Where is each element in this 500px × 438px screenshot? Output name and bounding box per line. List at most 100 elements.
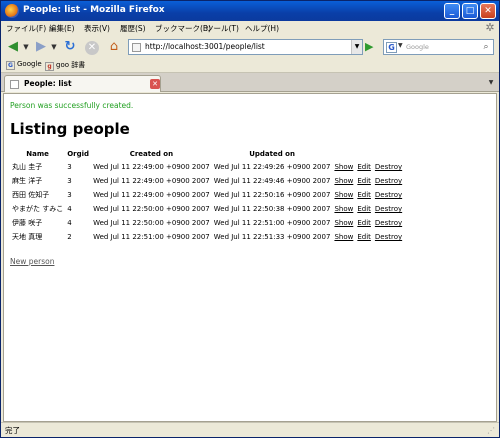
reload-button[interactable]: ↻: [61, 38, 79, 56]
person-updated-on: Wed Jul 11 22:50:38 +0900 2007: [213, 205, 331, 213]
edit-link[interactable]: Edit: [357, 191, 371, 199]
page-content: Person was successfully created. Listing…: [3, 93, 497, 422]
status-text: 完了: [5, 426, 20, 435]
edit-link[interactable]: Edit: [357, 219, 371, 227]
person-updated-on: Wed Jul 11 22:49:46 +0900 2007: [213, 177, 331, 185]
menu-file[interactable]: ファイル(F): [6, 23, 46, 34]
person-updated-on: Wed Jul 11 22:51:00 +0900 2007: [213, 219, 331, 227]
column-header-edit: [355, 147, 373, 160]
url-bar[interactable]: http://localhost:3001/people/list ▼: [128, 39, 363, 55]
back-history-dropdown-icon[interactable]: ▼: [22, 38, 30, 56]
column-header-name: Name: [26, 149, 49, 158]
person-name: 伊藤 咲子: [12, 219, 43, 227]
forward-history-dropdown-icon[interactable]: ▼: [50, 38, 58, 56]
tab-list-dropdown-icon[interactable]: ▼: [486, 77, 496, 89]
url-history-dropdown-icon[interactable]: ▼: [351, 40, 362, 54]
table-row: 丸山 圭子 3 Wed Jul 11 22:49:00 +0900 2007 W…: [10, 160, 404, 174]
person-created-on: Wed Jul 11 22:49:00 +0900 2007: [93, 191, 210, 199]
person-orgid: 3: [67, 177, 72, 185]
resize-grip-icon[interactable]: ⋰: [487, 426, 497, 436]
show-link[interactable]: Show: [334, 219, 353, 227]
stop-icon: ✕: [85, 41, 99, 55]
tab-strip: People: list ✕ ▼: [1, 73, 499, 92]
destroy-link[interactable]: Destroy: [375, 177, 402, 185]
menu-bookmarks[interactable]: ブックマーク(B): [155, 23, 211, 34]
table-row: 伊藤 咲子 4 Wed Jul 11 22:50:00 +0900 2007 W…: [10, 216, 404, 230]
person-orgid: 4: [67, 205, 72, 213]
person-created-on: Wed Jul 11 22:49:00 +0900 2007: [93, 177, 210, 185]
maximize-button[interactable]: □: [462, 3, 478, 19]
table-header-row: Name Orgid Created on Updated on: [10, 147, 404, 160]
menu-view[interactable]: 表示(V): [84, 23, 110, 34]
url-text[interactable]: http://localhost:3001/people/list: [145, 42, 265, 51]
person-name: 西田 佐知子: [12, 191, 50, 199]
search-go-icon[interactable]: ⌕: [480, 41, 492, 53]
person-updated-on: Wed Jul 11 22:51:33 +0900 2007: [213, 233, 331, 241]
google-bookmark-icon: G: [6, 61, 15, 70]
show-link[interactable]: Show: [334, 163, 353, 171]
destroy-link[interactable]: Destroy: [375, 233, 402, 241]
tab-favicon-icon: [10, 80, 19, 89]
table-row: 西田 佐知子 3 Wed Jul 11 22:49:00 +0900 2007 …: [10, 188, 404, 202]
show-link[interactable]: Show: [334, 177, 353, 185]
person-created-on: Wed Jul 11 22:50:00 +0900 2007: [93, 219, 210, 227]
person-name: 麻生 洋子: [12, 177, 43, 185]
edit-link[interactable]: Edit: [357, 233, 371, 241]
show-link[interactable]: Show: [334, 233, 353, 241]
show-link[interactable]: Show: [334, 205, 353, 213]
person-created-on: Wed Jul 11 22:51:00 +0900 2007: [93, 233, 210, 241]
stop-button[interactable]: ✕: [83, 38, 101, 56]
forward-button[interactable]: ▶: [32, 38, 50, 56]
person-name: 丸山 圭子: [12, 163, 43, 171]
close-window-button[interactable]: ✕: [480, 3, 496, 19]
menu-history[interactable]: 履歴(S): [120, 23, 146, 34]
destroy-link[interactable]: Destroy: [375, 191, 402, 199]
google-engine-icon[interactable]: G: [386, 42, 397, 53]
page-favicon-icon: [132, 43, 141, 52]
person-orgid: 3: [67, 191, 72, 199]
destroy-link[interactable]: Destroy: [375, 163, 402, 171]
bookmark-google[interactable]: G Google: [6, 60, 42, 70]
column-header-updated-on: Updated on: [249, 149, 295, 158]
table-row: やまがた すみこ 4 Wed Jul 11 22:50:00 +0900 200…: [10, 202, 404, 216]
table-row: 天地 真理 2 Wed Jul 11 22:51:00 +0900 2007 W…: [10, 230, 404, 244]
bookmark-google-label: Google: [17, 60, 42, 68]
tab-people-list[interactable]: People: list ✕: [4, 75, 161, 92]
show-link[interactable]: Show: [334, 191, 353, 199]
bookmark-goo-dictionary[interactable]: g goo 辞書: [45, 60, 85, 71]
search-box[interactable]: G ▼ Google ⌕: [383, 39, 494, 55]
destroy-link[interactable]: Destroy: [375, 219, 402, 227]
person-orgid: 3: [67, 163, 72, 171]
edit-link[interactable]: Edit: [357, 163, 371, 171]
person-updated-on: Wed Jul 11 22:49:26 +0900 2007: [213, 163, 331, 171]
status-bar: 完了 ⋰: [1, 422, 499, 437]
minimize-button[interactable]: _: [444, 3, 460, 19]
search-placeholder[interactable]: Google: [406, 43, 429, 51]
new-person-link[interactable]: New person: [10, 257, 54, 266]
menu-edit[interactable]: 編集(E): [49, 23, 75, 34]
menu-bar: ファイル(F) 編集(E) 表示(V) 履歴(S) ブックマーク(B) ツール(…: [1, 21, 499, 36]
back-button[interactable]: ◀: [4, 38, 22, 56]
title-bar: People: list - Mozilla Firefox _ □ ✕: [1, 1, 499, 21]
navigation-toolbar: ◀ ▼ ▶ ▼ ↻ ✕ ⌂ http://localhost:3001/peop…: [1, 36, 499, 58]
person-orgid: 2: [67, 233, 72, 241]
close-tab-button[interactable]: ✕: [150, 79, 160, 89]
column-header-show: [332, 147, 355, 160]
destroy-link[interactable]: Destroy: [375, 205, 402, 213]
menu-help[interactable]: ヘルプ(H): [245, 23, 279, 34]
edit-link[interactable]: Edit: [357, 205, 371, 213]
edit-link[interactable]: Edit: [357, 177, 371, 185]
bookmarks-toolbar: G Google g goo 辞書: [1, 58, 499, 73]
people-table: Name Orgid Created on Updated on 丸山 圭子 3…: [10, 147, 404, 244]
browser-window: People: list - Mozilla Firefox _ □ ✕ ファイ…: [0, 0, 500, 438]
person-name: やまがた すみこ: [12, 205, 64, 213]
column-header-created-on: Created on: [129, 149, 174, 158]
menu-tools[interactable]: ツール(T): [206, 23, 239, 34]
engine-dropdown-icon[interactable]: ▼: [398, 42, 403, 49]
tab-label: People: list: [24, 79, 72, 88]
person-created-on: Wed Jul 11 22:50:00 +0900 2007: [93, 205, 210, 213]
person-created-on: Wed Jul 11 22:49:00 +0900 2007: [93, 163, 210, 171]
go-button[interactable]: ▶: [365, 40, 377, 54]
window-title: People: list - Mozilla Firefox: [23, 5, 165, 15]
home-button[interactable]: ⌂: [105, 38, 123, 56]
